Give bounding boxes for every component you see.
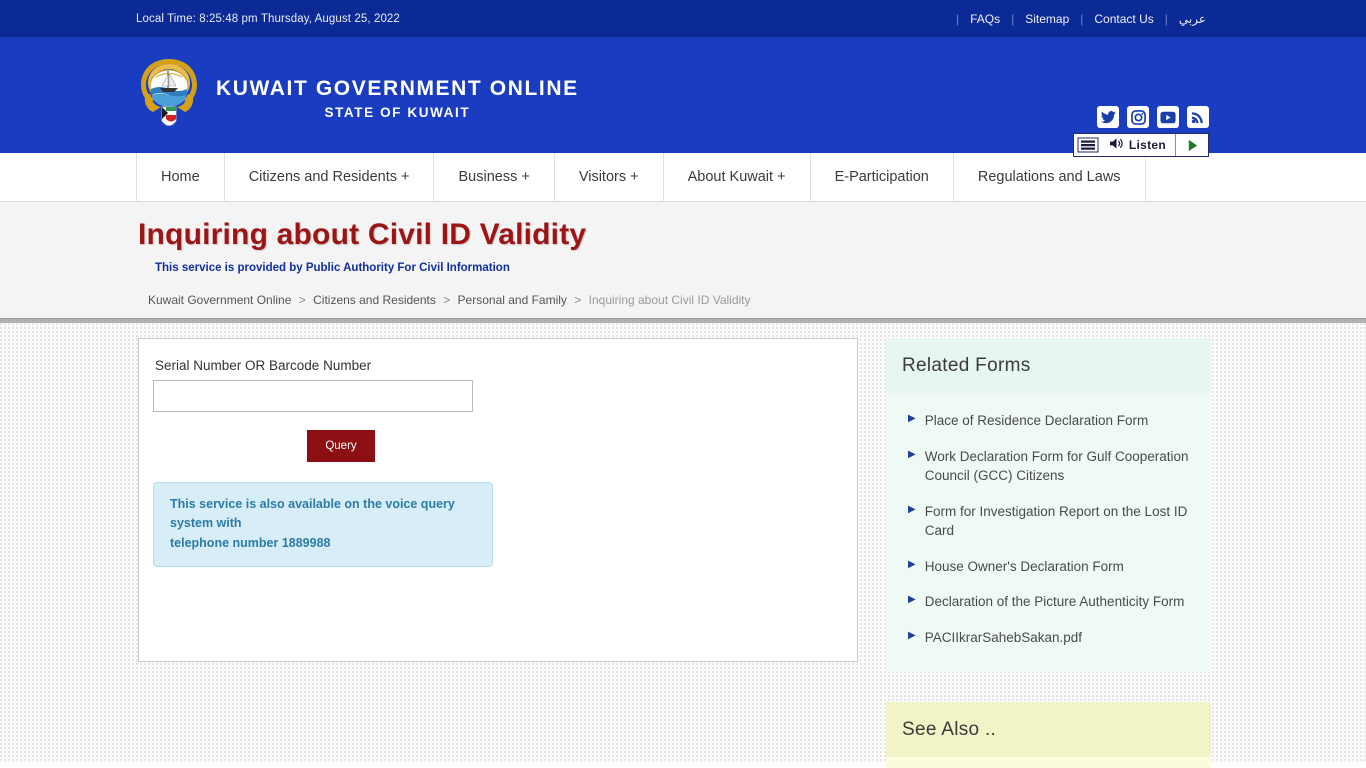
rss-icon[interactable]	[1187, 106, 1209, 128]
instagram-icon[interactable]	[1127, 106, 1149, 128]
related-forms-card: Related Forms ▶ Place of Residence Decla…	[886, 338, 1211, 672]
nav-item-regulations-and-laws[interactable]: Regulations and Laws	[954, 153, 1146, 201]
service-provider-note: This service is provided by Public Autho…	[155, 262, 510, 274]
link-faqs[interactable]: FAQs	[970, 12, 1000, 26]
related-form-link: House Owner's Declaration Form	[924, 558, 1124, 574]
breadcrumb-separator: >	[298, 293, 306, 307]
breadcrumb-separator: >	[443, 293, 451, 307]
related-form-link: Declaration of the Picture Authenticity …	[924, 594, 1185, 610]
link-sitemap[interactable]: Sitemap	[1025, 12, 1069, 26]
see-also-list: ▶ First Time Registration of Individuals	[886, 756, 1211, 768]
list-item[interactable]: ▶ House Owner's Declaration Form	[902, 549, 1195, 585]
nav-item-business[interactable]: Business +	[434, 153, 555, 201]
nav-item-citizens-and-residents[interactable]: Citizens and Residents +	[225, 153, 435, 201]
triangle-bullet-icon: ▶	[908, 558, 916, 570]
divider: |	[1080, 11, 1084, 26]
triangle-bullet-icon: ▶	[908, 413, 916, 424]
query-button[interactable]: Query	[307, 430, 375, 462]
readspeaker-settings-icon[interactable]	[1074, 134, 1104, 156]
list-item[interactable]: ▶ Place of Residence Declaration Form	[902, 403, 1195, 439]
voice-query-note: This service is also available on the vo…	[153, 482, 493, 568]
site-subtitle: STATE OF KUWAIT	[324, 105, 471, 121]
list-item[interactable]: ▶ Declaration of the Picture Authenticit…	[902, 584, 1195, 620]
top-utility-bar: Local Time: 8:25:48 pm Thursday, August …	[0, 0, 1366, 37]
serial-number-input[interactable]	[153, 380, 473, 412]
voice-note-line-2: telephone number 1889988	[170, 535, 331, 550]
breadcrumb-item-personal-and-family[interactable]: Personal and Family	[458, 293, 567, 307]
related-forms-heading: Related Forms	[886, 338, 1211, 393]
nav-item-visitors[interactable]: Visitors +	[555, 153, 664, 201]
nav-item-about-kuwait[interactable]: About Kuwait +	[664, 153, 811, 201]
listen-label: Listen	[1128, 138, 1166, 152]
page-body: Serial Number OR Barcode Number Query Th…	[0, 323, 1366, 768]
divider: |	[1164, 11, 1168, 26]
related-form-link: Place of Residence Declaration Form	[924, 413, 1149, 428]
brand[interactable]: KUWAIT GOVERNMENT ONLINE STATE OF KUWAIT	[136, 55, 579, 137]
link-arabic[interactable]: عربي	[1179, 12, 1206, 26]
breadcrumb: Kuwait Government Online > Citizens and …	[148, 293, 1366, 307]
play-icon[interactable]	[1176, 134, 1208, 156]
divider: |	[955, 11, 960, 26]
triangle-bullet-icon: ▶	[908, 629, 916, 641]
triangle-bullet-icon: ▶	[908, 503, 916, 515]
breadcrumb-item-current: Inquiring about Civil ID Validity	[588, 293, 751, 307]
related-forms-list: ▶ Place of Residence Declaration Form ▶ …	[886, 393, 1211, 672]
social-links	[1097, 106, 1209, 128]
local-time-text: Local Time: 8:25:48 pm Thursday, August …	[136, 12, 400, 25]
related-form-link: Work Declaration Form for Gulf Cooperati…	[924, 448, 1189, 484]
listen-toolbar[interactable]: Listen	[1072, 133, 1209, 157]
speaker-icon	[1109, 137, 1124, 153]
query-row: Query	[153, 430, 841, 462]
list-item[interactable]: ▶ Work Declaration Form for Gulf Coopera…	[902, 439, 1195, 494]
list-item[interactable]: ▶ PACIIkrarSahebSakan.pdf	[902, 620, 1195, 656]
page-title-band: Inquiring about Civil ID Validity This s…	[0, 202, 1366, 318]
listen-button[interactable]: Listen	[1104, 134, 1176, 156]
site-header: KUWAIT GOVERNMENT ONLINE STATE OF KUWAIT…	[0, 37, 1366, 157]
see-also-card: See Also .. ▶ First Time Registration of…	[886, 701, 1211, 768]
service-form-panel: Serial Number OR Barcode Number Query Th…	[138, 338, 858, 662]
page-title: Inquiring about Civil ID Validity	[138, 218, 587, 251]
right-sidebar: Related Forms ▶ Place of Residence Decla…	[886, 338, 1211, 768]
kuwait-emblem-icon	[136, 55, 202, 137]
breadcrumb-item-citizens[interactable]: Citizens and Residents	[313, 293, 436, 307]
nav-item-e-participation[interactable]: E-Participation	[811, 153, 954, 201]
youtube-icon[interactable]	[1157, 106, 1179, 128]
main-navigation: Home Citizens and Residents + Business +…	[0, 153, 1366, 202]
triangle-bullet-icon: ▶	[908, 448, 916, 460]
related-form-link: Form for Investigation Report on the Los…	[924, 503, 1188, 539]
site-title: KUWAIT GOVERNMENT ONLINE	[216, 76, 579, 100]
related-form-link: PACIIkrarSahebSakan.pdf	[924, 629, 1083, 645]
nav-item-home[interactable]: Home	[136, 153, 225, 201]
breadcrumb-item-home[interactable]: Kuwait Government Online	[148, 293, 291, 307]
triangle-bullet-icon: ▶	[908, 594, 916, 606]
content-area: Serial Number OR Barcode Number Query Th…	[0, 323, 1366, 768]
breadcrumb-separator: >	[574, 293, 582, 307]
link-contact-us[interactable]: Contact Us	[1094, 12, 1153, 26]
voice-note-line-1: This service is also available on the vo…	[170, 497, 455, 531]
list-item[interactable]: ▶ Form for Investigation Report on the L…	[902, 494, 1195, 549]
top-links: | FAQs | Sitemap | Contact Us | عربي	[945, 12, 1206, 26]
twitter-icon[interactable]	[1097, 106, 1119, 128]
serial-number-label: Serial Number OR Barcode Number	[155, 358, 372, 373]
see-also-heading: See Also ..	[886, 701, 1211, 757]
divider: |	[1011, 11, 1015, 26]
